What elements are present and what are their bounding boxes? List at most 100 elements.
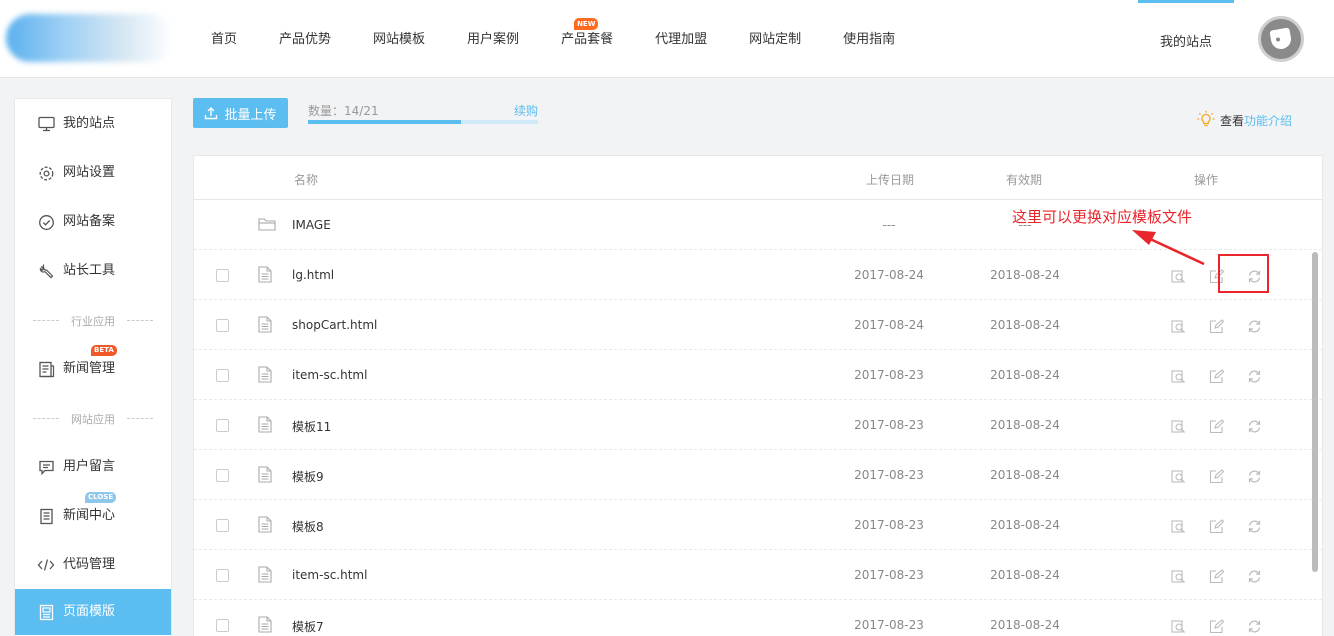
replace-icon[interactable]: [1235, 417, 1273, 435]
avatar-face-icon: [1269, 27, 1293, 51]
row-actions: [1159, 567, 1273, 585]
table-row[interactable]: item-sc.html 2017-08-23 2018-08-24: [194, 350, 1322, 400]
sidebar-item-filing[interactable]: 网站备案: [15, 199, 171, 245]
nav-packages[interactable]: 产品套餐 NEW: [540, 0, 634, 78]
table-row[interactable]: item-sc.html 2017-08-23 2018-08-24: [194, 550, 1322, 600]
row-checkbox[interactable]: [216, 469, 229, 482]
page-template-icon: [37, 603, 55, 621]
file-name[interactable]: shopCart.html: [292, 318, 377, 332]
row-actions: [1159, 367, 1273, 385]
site-logo[interactable]: [6, 14, 174, 62]
sidebar-group-industry: 行业应用: [33, 313, 153, 328]
sidebar-item-my-site[interactable]: 我的站点: [15, 101, 171, 147]
my-site-tab[interactable]: 我的站点: [1138, 0, 1234, 78]
table-row[interactable]: 模板9 2017-08-23 2018-08-24: [194, 450, 1322, 500]
nav-advantages[interactable]: 产品优势: [258, 0, 352, 78]
col-upload-date: 上传日期: [866, 173, 915, 187]
nav-home[interactable]: 首页: [190, 0, 258, 78]
table-row[interactable]: 模板7 2017-08-23 2018-08-24: [194, 600, 1322, 636]
upload-date: 2017-08-24: [854, 268, 924, 282]
file-icon: [258, 516, 272, 536]
table-row[interactable]: 模板8 2017-08-23 2018-08-24: [194, 500, 1322, 550]
file-name[interactable]: 模板7: [292, 618, 324, 635]
upload-date: ---: [882, 218, 896, 232]
row-checkbox[interactable]: [216, 319, 229, 332]
folder-icon: [258, 216, 276, 235]
code-icon: [37, 556, 55, 574]
edit-icon[interactable]: [1197, 567, 1235, 585]
sidebar-item-tools[interactable]: 站长工具: [15, 248, 171, 294]
sidebar-item-page-templates[interactable]: 页面模版: [15, 589, 171, 635]
preview-icon[interactable]: [1159, 417, 1197, 435]
check-circle-icon: [37, 213, 55, 231]
edit-icon[interactable]: [1197, 367, 1235, 385]
replace-icon[interactable]: [1235, 367, 1273, 385]
file-name[interactable]: item-sc.html: [292, 568, 367, 582]
file-name[interactable]: item-sc.html: [292, 368, 367, 382]
nav-cases[interactable]: 用户案例: [446, 0, 540, 78]
row-checkbox[interactable]: [216, 519, 229, 532]
row-checkbox[interactable]: [216, 569, 229, 582]
replace-icon[interactable]: [1235, 517, 1273, 535]
expiry-date: 2018-08-24: [990, 318, 1060, 332]
upload-date: 2017-08-23: [854, 468, 924, 482]
table-scrollbar[interactable]: [1312, 252, 1318, 572]
edit-icon[interactable]: [1197, 517, 1235, 535]
replace-icon[interactable]: [1235, 317, 1273, 335]
feature-intro-link[interactable]: 功能介绍: [1244, 112, 1292, 129]
table-row[interactable]: shopCart.html 2017-08-24 2018-08-24: [194, 300, 1322, 350]
edit-icon[interactable]: [1197, 417, 1235, 435]
upload-date: 2017-08-24: [854, 318, 924, 332]
close-badge: CLOSE: [85, 492, 117, 503]
file-name[interactable]: 模板8: [292, 518, 324, 535]
file-icon: [258, 466, 272, 486]
nav-custom[interactable]: 网站定制: [728, 0, 822, 78]
sidebar-item-code[interactable]: 代码管理: [15, 542, 171, 588]
file-name[interactable]: 模板11: [292, 418, 331, 435]
row-actions: [1159, 517, 1273, 535]
replace-icon[interactable]: [1235, 567, 1273, 585]
preview-icon[interactable]: [1159, 517, 1197, 535]
quota-label: 数量：14/21: [308, 104, 379, 118]
edit-icon[interactable]: [1197, 317, 1235, 335]
file-name[interactable]: 模板9: [292, 468, 324, 485]
document-icon: [37, 507, 55, 525]
batch-upload-button[interactable]: 批量上传: [193, 98, 288, 128]
sidebar-group-site: 网站应用: [33, 411, 153, 426]
upload-icon: [205, 107, 218, 120]
news-icon: [37, 360, 55, 378]
gear-icon: [37, 164, 55, 182]
preview-icon[interactable]: [1159, 567, 1197, 585]
table-row[interactable]: 模板11 2017-08-23 2018-08-24: [194, 400, 1322, 450]
preview-icon[interactable]: [1159, 367, 1197, 385]
row-checkbox[interactable]: [216, 619, 229, 632]
sidebar-item-settings[interactable]: 网站设置: [15, 150, 171, 196]
quota-progress-bar: [308, 120, 538, 124]
file-name[interactable]: lg.html: [292, 268, 334, 282]
annotation-text: 这里可以更换对应模板文件: [1012, 208, 1193, 226]
preview-icon[interactable]: [1159, 267, 1197, 285]
row-checkbox[interactable]: [216, 369, 229, 382]
nav-templates[interactable]: 网站模板: [352, 0, 446, 78]
renew-link[interactable]: 续购: [514, 102, 538, 119]
file-name[interactable]: IMAGE: [292, 218, 331, 232]
row-checkbox[interactable]: [216, 419, 229, 432]
file-icon: [258, 616, 272, 636]
nav-agency[interactable]: 代理加盟: [634, 0, 728, 78]
replace-icon[interactable]: [1235, 617, 1273, 635]
expiry-date: 2018-08-24: [990, 268, 1060, 282]
expiry-date: 2018-08-24: [990, 418, 1060, 432]
main-nav: 首页 产品优势 网站模板 用户案例 产品套餐 NEW 代理加盟 网站定制 使用指南: [190, 0, 916, 78]
preview-icon[interactable]: [1159, 317, 1197, 335]
row-checkbox[interactable]: [216, 269, 229, 282]
edit-icon[interactable]: [1197, 467, 1235, 485]
upload-date: 2017-08-23: [854, 368, 924, 382]
preview-icon[interactable]: [1159, 617, 1197, 635]
preview-icon[interactable]: [1159, 467, 1197, 485]
replace-icon[interactable]: [1235, 467, 1273, 485]
lightbulb-icon: [1197, 110, 1215, 127]
nav-guide[interactable]: 使用指南: [822, 0, 916, 78]
avatar[interactable]: [1258, 16, 1304, 62]
sidebar-item-messages[interactable]: 用户留言: [15, 444, 171, 490]
edit-icon[interactable]: [1197, 617, 1235, 635]
